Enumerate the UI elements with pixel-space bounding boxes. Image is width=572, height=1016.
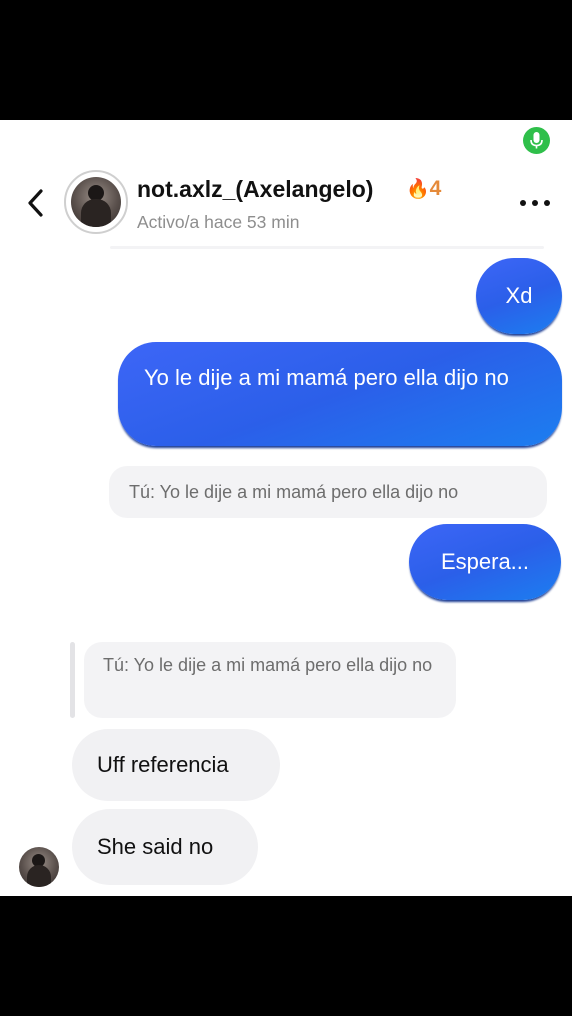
back-button[interactable] xyxy=(22,186,50,220)
received-message[interactable]: She said no xyxy=(72,809,258,885)
flame-icon: 🔥 xyxy=(406,179,430,200)
received-message[interactable]: Uff referencia xyxy=(72,729,280,801)
activity-status: Activo/a hace 53 min xyxy=(137,212,300,232)
streak-count: 4 xyxy=(429,177,442,200)
sent-message[interactable]: Espera... xyxy=(409,524,561,600)
more-options-button[interactable] xyxy=(517,198,553,208)
microphone-indicator-icon xyxy=(523,127,550,154)
avatar-image xyxy=(71,177,121,227)
sender-avatar[interactable] xyxy=(19,847,59,887)
sent-message[interactable]: Xd xyxy=(476,258,562,334)
reply-indicator-bar xyxy=(70,642,75,718)
reply-preview[interactable]: Tú: Yo le dije a mi mamá pero ella dijo … xyxy=(84,642,456,718)
header-divider xyxy=(110,246,544,249)
reply-preview[interactable]: Tú: Yo le dije a mi mamá pero ella dijo … xyxy=(109,466,547,518)
streak-badge: 🔥4 xyxy=(406,177,441,201)
contact-name[interactable]: not.axlz_(Axelangelo) xyxy=(137,176,373,203)
profile-avatar[interactable] xyxy=(64,170,128,234)
chevron-left-icon xyxy=(28,189,43,217)
chat-screen: not.axlz_(Axelangelo) 🔥4 Activo/a hace 5… xyxy=(0,120,572,896)
sent-message[interactable]: Yo le dije a mi mamá pero ella dijo no xyxy=(118,342,562,446)
